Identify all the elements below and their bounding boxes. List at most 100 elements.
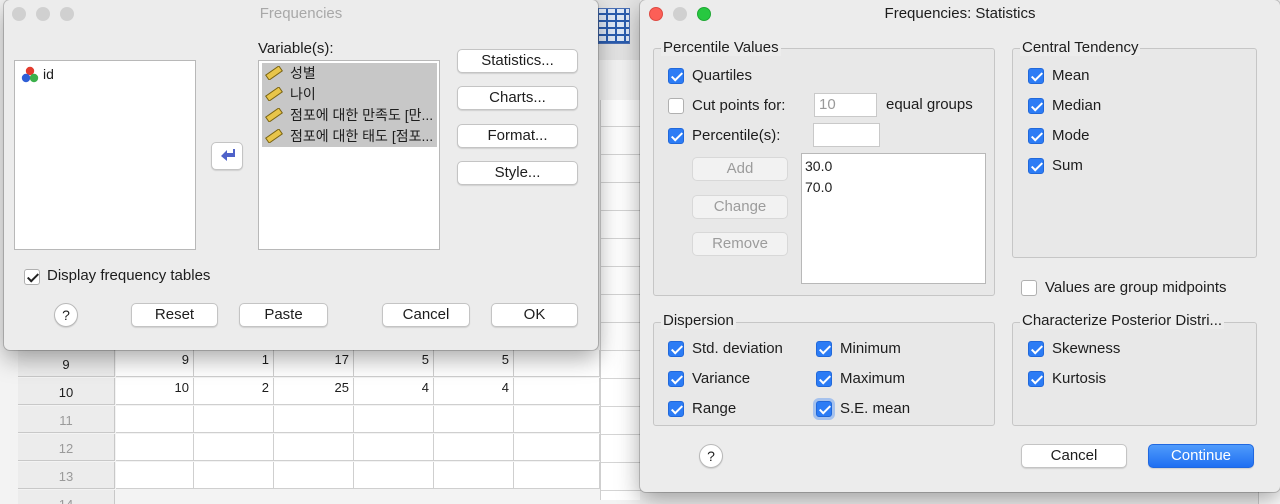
- list-item[interactable]: 30.0: [805, 158, 832, 174]
- row-number[interactable]: 11: [18, 406, 115, 433]
- grid-cell[interactable]: [116, 434, 194, 461]
- grid-cell[interactable]: 2: [194, 378, 274, 405]
- grid-cell[interactable]: 4: [354, 378, 434, 405]
- grid-cell[interactable]: [274, 406, 354, 433]
- style-button[interactable]: Style...: [457, 161, 578, 185]
- remove-button[interactable]: Remove: [692, 232, 788, 256]
- grid-cell[interactable]: 5: [354, 350, 434, 377]
- grid-cell[interactable]: 25: [274, 378, 354, 405]
- minimize-window-icon[interactable]: [673, 7, 687, 21]
- grid-cell[interactable]: [434, 406, 514, 433]
- se-mean-checkbox[interactable]: [816, 401, 832, 417]
- grid-cell[interactable]: 9: [116, 350, 194, 377]
- grid-cell[interactable]: [194, 406, 274, 433]
- zoom-window-icon[interactable]: [697, 7, 711, 21]
- median-label: Median: [1052, 97, 1102, 114]
- group-midpoints-checkbox[interactable]: [1021, 280, 1037, 296]
- row-number[interactable]: 14: [18, 490, 115, 504]
- zoom-window-icon[interactable]: [60, 7, 74, 21]
- grid-cell[interactable]: [116, 406, 194, 433]
- grid-cell[interactable]: [514, 434, 600, 461]
- data-view-icon[interactable]: [598, 8, 630, 44]
- grid-cell[interactable]: [514, 350, 600, 377]
- list-item[interactable]: 70.0: [805, 179, 832, 195]
- grid-cell[interactable]: 4: [434, 378, 514, 405]
- skewness-checkbox[interactable]: [1028, 341, 1044, 357]
- grid-cell[interactable]: 10: [116, 378, 194, 405]
- statistics-titlebar: Frequencies: Statistics: [640, 0, 1280, 28]
- help-button[interactable]: ?: [699, 444, 723, 468]
- cancel-button[interactable]: Cancel: [382, 303, 470, 327]
- list-item[interactable]: 나이: [262, 84, 437, 105]
- grid-cell[interactable]: [116, 462, 194, 489]
- median-checkbox[interactable]: [1028, 98, 1044, 114]
- source-variable-list[interactable]: id: [14, 60, 196, 250]
- maximum-label: Maximum: [840, 370, 906, 387]
- table-row: 11: [18, 406, 648, 434]
- cut-points-checkbox[interactable]: [668, 98, 684, 114]
- row-number[interactable]: 9: [18, 350, 115, 377]
- std-deviation-checkbox[interactable]: [668, 341, 684, 357]
- range-checkbox[interactable]: [668, 401, 684, 417]
- move-variable-button[interactable]: [211, 142, 243, 170]
- row-number[interactable]: 13: [18, 462, 115, 489]
- cancel-button[interactable]: Cancel: [1021, 444, 1127, 468]
- selected-variable-list[interactable]: 성별 나이 점포에 대한 만족도 [만... 점포에 대한 태도 [점포...: [258, 60, 440, 250]
- percentiles-checkbox[interactable]: [668, 128, 684, 144]
- grid-cell[interactable]: 5: [434, 350, 514, 377]
- display-frequency-tables-checkbox[interactable]: [24, 269, 40, 285]
- sum-checkbox[interactable]: [1028, 158, 1044, 174]
- close-window-icon[interactable]: [649, 7, 663, 21]
- variable-name: 성별: [290, 65, 316, 81]
- grid-cell[interactable]: [434, 434, 514, 461]
- grid-cell[interactable]: [194, 462, 274, 489]
- grid-cell[interactable]: [354, 462, 434, 489]
- mean-checkbox[interactable]: [1028, 68, 1044, 84]
- format-button[interactable]: Format...: [457, 124, 578, 148]
- grid-cell[interactable]: 17: [274, 350, 354, 377]
- grid-cell[interactable]: [514, 406, 600, 433]
- reset-button[interactable]: Reset: [131, 303, 218, 327]
- window-title: Frequencies: [259, 5, 343, 22]
- cut-points-input[interactable]: 10: [814, 93, 877, 117]
- charts-button[interactable]: Charts...: [457, 86, 578, 110]
- display-frequency-tables-label: Display frequency tables: [47, 267, 211, 284]
- variable-name: 나이: [290, 86, 316, 102]
- list-item[interactable]: id: [19, 64, 54, 85]
- minimize-window-icon[interactable]: [36, 7, 50, 21]
- grid-cell[interactable]: [434, 462, 514, 489]
- list-item[interactable]: 성별: [262, 63, 437, 84]
- mode-checkbox[interactable]: [1028, 128, 1044, 144]
- variance-checkbox[interactable]: [668, 371, 684, 387]
- help-button[interactable]: ?: [54, 303, 78, 327]
- minimum-checkbox[interactable]: [816, 341, 832, 357]
- list-item[interactable]: 점포에 대한 태도 [점포...: [262, 126, 437, 147]
- add-button[interactable]: Add: [692, 157, 788, 181]
- statistics-button[interactable]: Statistics...: [457, 49, 578, 73]
- grid-cell[interactable]: [194, 434, 274, 461]
- grid-cell[interactable]: [354, 434, 434, 461]
- row-number[interactable]: 12: [18, 434, 115, 461]
- grid-cell[interactable]: [514, 462, 600, 489]
- grid-cell[interactable]: [354, 406, 434, 433]
- grid-cell[interactable]: [274, 434, 354, 461]
- std-deviation-label: Std. deviation: [692, 340, 783, 357]
- kurtosis-checkbox[interactable]: [1028, 371, 1044, 387]
- grid-cell[interactable]: [274, 462, 354, 489]
- quartiles-checkbox[interactable]: [668, 68, 684, 84]
- ok-button[interactable]: OK: [491, 303, 578, 327]
- percentile-list[interactable]: 30.0 70.0: [801, 153, 986, 284]
- change-button[interactable]: Change: [692, 195, 788, 219]
- quartiles-label: Quartiles: [692, 67, 753, 84]
- percentile-input[interactable]: [813, 123, 880, 147]
- list-item[interactable]: 점포에 대한 만족도 [만...: [262, 105, 437, 126]
- continue-button[interactable]: Continue: [1148, 444, 1254, 468]
- maximum-checkbox[interactable]: [816, 371, 832, 387]
- table-row: 12: [18, 434, 648, 462]
- variable-name: id: [43, 66, 54, 82]
- row-number[interactable]: 10: [18, 378, 115, 405]
- paste-button[interactable]: Paste: [239, 303, 328, 327]
- grid-cell[interactable]: [514, 378, 600, 405]
- close-window-icon[interactable]: [12, 7, 26, 21]
- grid-cell[interactable]: 1: [194, 350, 274, 377]
